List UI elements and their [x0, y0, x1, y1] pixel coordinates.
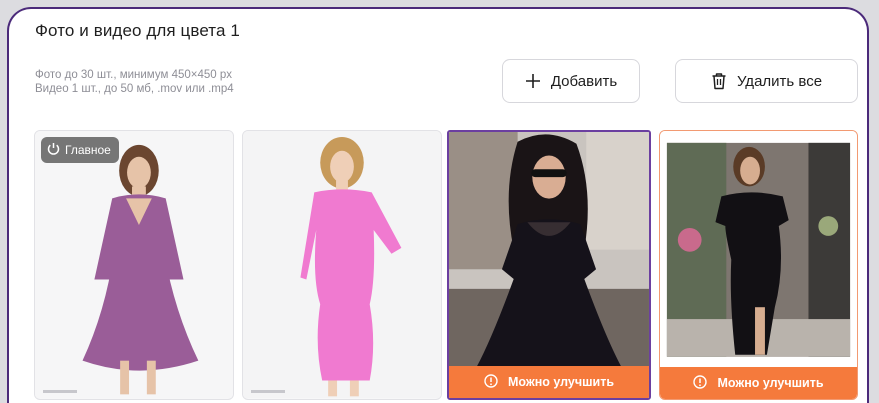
photo-card-3[interactable]: Можно улучшить	[447, 130, 651, 400]
hint-video-limits: Видео 1 шт., до 50 мб, .mov или .mp4	[35, 83, 234, 95]
add-button[interactable]: Добавить	[502, 59, 640, 103]
main-icon	[47, 142, 60, 159]
upload-hint: Фото до 30 шт., минимум 450×450 px Видео…	[35, 68, 234, 96]
warning-icon	[693, 374, 708, 392]
delete-all-button[interactable]: Удалить все	[675, 59, 858, 103]
warning-icon	[484, 373, 498, 391]
photo-card-4[interactable]: Можно улучшить	[659, 130, 858, 400]
watermark	[251, 390, 285, 393]
photo-card-2[interactable]	[242, 130, 442, 400]
improve-warning-bar[interactable]: Можно улучшить	[660, 367, 857, 399]
delete-all-button-label: Удалить все	[736, 72, 823, 90]
add-button-label: Добавить	[550, 72, 618, 90]
improve-label: Можно улучшить	[717, 376, 824, 390]
main-badge-label: Главное	[65, 143, 111, 157]
hint-photo-limits: Фото до 30 шт., минимум 450×450 px	[35, 69, 232, 81]
section-title: Фото и видео для цвета 1	[35, 21, 240, 40]
dress-photo	[660, 131, 857, 399]
watermark	[43, 390, 77, 393]
improve-warning-bar[interactable]: Можно улучшить	[449, 366, 649, 398]
dress-photo	[243, 131, 441, 399]
photo-card-1[interactable]: Главное	[34, 130, 234, 400]
improve-label: Можно улучшить	[507, 375, 615, 389]
main-photo-badge: Главное	[41, 137, 119, 163]
plus-icon	[525, 73, 541, 89]
dress-photo	[449, 132, 649, 397]
photos-panel: Фото и видео для цвета 1 Фото до 30 шт.,…	[7, 7, 869, 403]
trash-icon	[711, 72, 727, 90]
dress-photo	[35, 131, 233, 399]
